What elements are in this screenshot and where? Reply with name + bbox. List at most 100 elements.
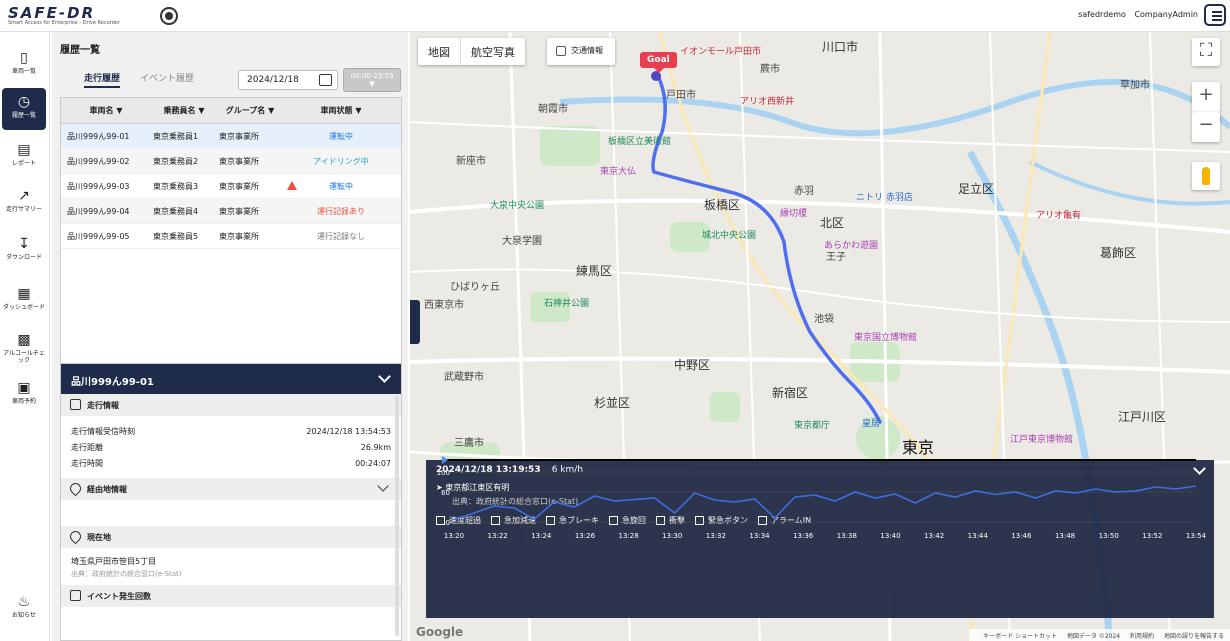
tab-event-history[interactable]: イベント履歴 — [140, 71, 194, 84]
app-logo[interactable]: SAFE-DR Smart Access for Enterprise - Dr… — [8, 4, 120, 26]
date-input[interactable]: 2024/12/18 — [238, 70, 338, 90]
x-tick-label: 13:44 — [968, 532, 989, 540]
user-role: CompanyAdmin — [1134, 10, 1198, 19]
nav-label: 走行サマリー — [5, 206, 42, 213]
table-row[interactable]: 品川999ん99-03 東京乗務員3 東京事業所 運転中 — [61, 174, 401, 199]
section-route[interactable]: 経由地情報 — [61, 478, 401, 500]
x-tick-label: 13:42 — [924, 532, 944, 540]
col-group[interactable]: グループ名 ▼ — [215, 98, 281, 123]
map-view[interactable]: 川口市 練馬区 板橋区 北区 足立区 葛飾区 中野区 新宿区 杉並区 江戸川区 … — [410, 32, 1230, 641]
map-label: 江戸東京博物館 — [1010, 435, 1074, 445]
detail-scrollbar[interactable] — [395, 396, 399, 636]
section-label: 走行情報 — [87, 401, 119, 410]
nav-label: 履歴一覧 — [11, 112, 36, 119]
driver-name: 東京乗務員3 — [153, 182, 199, 191]
map-label: 蕨市 — [760, 64, 780, 75]
tab-drive-history[interactable]: 走行履歴 — [84, 71, 121, 88]
table-row[interactable]: 品川999ん99-02 東京乗務員2 東京事業所 アイドリング中 — [61, 149, 401, 174]
refresh-icon[interactable] — [160, 7, 178, 25]
nav-alcohol-check[interactable]: ▩ アルコールチェック — [2, 326, 46, 374]
menu-list-icon[interactable] — [1204, 4, 1226, 26]
detail-header[interactable]: 品川999ん99-01 — [61, 364, 401, 394]
map-label: 城北中央公園 — [702, 231, 757, 241]
map-label: 三鷹市 — [454, 438, 484, 449]
nav-report[interactable]: ▤ レポート — [2, 136, 46, 178]
map-label: 縁切榎 — [780, 209, 808, 219]
table-row[interactable]: 品川999ん99-04 東京乗務員4 東京事業所 運行記録あり — [61, 199, 401, 224]
user-name: safedrdemo — [1078, 10, 1126, 19]
nav-download[interactable]: ↧ ダウンロード — [2, 230, 46, 272]
section-label: 経由地情報 — [87, 485, 127, 494]
x-tick-label: 13:30 — [662, 532, 682, 540]
terms-link[interactable]: 利用規約 — [1130, 633, 1154, 640]
map-label: 東京国立博物館 — [854, 333, 918, 343]
nav-vehicle-list[interactable]: ▯ 車両一覧 — [2, 44, 46, 86]
pin-icon — [67, 480, 84, 497]
time-range-select[interactable]: 00:00-23:59 ▼ — [343, 68, 401, 92]
map-label: 東京都庁 — [794, 421, 831, 431]
nav-label: 車両予約 — [11, 398, 36, 405]
chevron-down-icon[interactable] — [377, 480, 389, 492]
panel-collapse-handle[interactable] — [410, 300, 420, 344]
map-label: アリオ亀有 — [1036, 211, 1082, 221]
speed-series-line — [453, 485, 1197, 521]
nav-dashboard[interactable]: ▦ ダッシュボード — [2, 280, 46, 322]
zoom-out-button[interactable]: − — [1192, 112, 1220, 142]
nav-notice[interactable]: ♨ お知らせ — [2, 588, 46, 630]
keyboard-shortcuts-link[interactable]: キーボード ショートカット — [983, 633, 1057, 640]
status-label: アイドリング中 — [313, 157, 369, 166]
drive-time-label: 走行時間 — [71, 459, 103, 468]
col-status[interactable]: 車両状態 ▼ — [281, 98, 401, 123]
goal-marker[interactable]: Goal — [640, 52, 677, 73]
y-tick-label: 0 — [446, 519, 450, 527]
map-label: 池袋 — [814, 314, 834, 325]
map-label: 新宿区 — [772, 386, 809, 400]
table-row[interactable]: 品川999ん99-01 東京乗務員1 東京事業所 運転中 — [61, 124, 401, 149]
table-row[interactable]: 品川999ん99-05 東京乗務員5 東京事業所 運行記録なし — [61, 224, 401, 249]
x-tick-label: 13:52 — [1142, 532, 1162, 540]
section-label: イベント発生回数 — [87, 592, 151, 601]
map-label: 新座市 — [456, 156, 486, 167]
status-label: 運転中 — [329, 132, 353, 141]
map-type-map[interactable]: 地図 — [418, 38, 461, 65]
map-label: 川口市 — [822, 40, 859, 54]
map-type-satellite[interactable]: 航空写真 — [461, 38, 525, 65]
nav-label: レポート — [11, 160, 36, 167]
recv-time-value: 2024/12/18 13:54:53 — [306, 427, 391, 436]
map-type-control: 地図 航空写真 — [418, 38, 525, 65]
traffic-toggle[interactable]: 交通情報 — [547, 38, 615, 65]
col-driver[interactable]: 乗務員名 ▼ — [145, 98, 215, 123]
x-tick-label: 13:34 — [749, 532, 770, 540]
nav-drive-summary[interactable]: ↗ 走行サマリー — [2, 182, 46, 224]
group-name: 東京事業所 — [219, 157, 259, 166]
nav-vehicle-reservation[interactable]: ▣ 車両予約 — [2, 374, 46, 416]
map-label: アリオ西新井 — [740, 97, 795, 107]
map-label: ニトリ 赤羽店 — [856, 193, 913, 203]
nav-label: ダウンロード — [5, 254, 42, 261]
zoom-in-button[interactable]: + — [1192, 82, 1220, 112]
section-location: 現在地 — [61, 526, 401, 548]
recv-time-label: 走行情報受信時刻 — [71, 427, 135, 436]
group-name: 東京事業所 — [219, 232, 259, 241]
vehicle-name: 品川999ん99-04 — [67, 207, 130, 216]
map-label: 大泉学園 — [502, 236, 542, 247]
calendar-icon[interactable] — [319, 74, 332, 86]
street-view-pegman-icon[interactable] — [1192, 162, 1220, 190]
chevron-down-icon[interactable] — [378, 370, 391, 383]
nav-history[interactable]: ◷ 履歴一覧 — [2, 88, 46, 130]
nav-label: ダッシュボード — [2, 304, 45, 311]
fullscreen-icon[interactable]: ⛶ — [1192, 38, 1220, 66]
x-tick-label: 13:54 — [1186, 532, 1207, 540]
map-label: 戸田市 — [666, 90, 696, 101]
map-label: 皇居 — [862, 419, 881, 429]
map-label: 練馬区 — [576, 264, 613, 278]
map-label: 石神井公園 — [544, 299, 590, 309]
time-range-value: 00:00-23:59 — [350, 72, 394, 80]
clock-icon: ◷ — [17, 94, 31, 110]
report-error-link[interactable]: 地図の誤りを報告する — [1164, 633, 1224, 640]
col-vehicle[interactable]: 車両名 ▼ — [61, 98, 145, 123]
drive-info-icon — [70, 399, 81, 410]
traffic-checkbox[interactable] — [556, 46, 566, 56]
location-address: 埼玉県戸田市笹目5丁目 — [71, 557, 157, 566]
speed-chart[interactable]: 0 60 100 13:20 13:22 13:24 13:26 13:28 13:30 13:3… — [426, 456, 1214, 546]
